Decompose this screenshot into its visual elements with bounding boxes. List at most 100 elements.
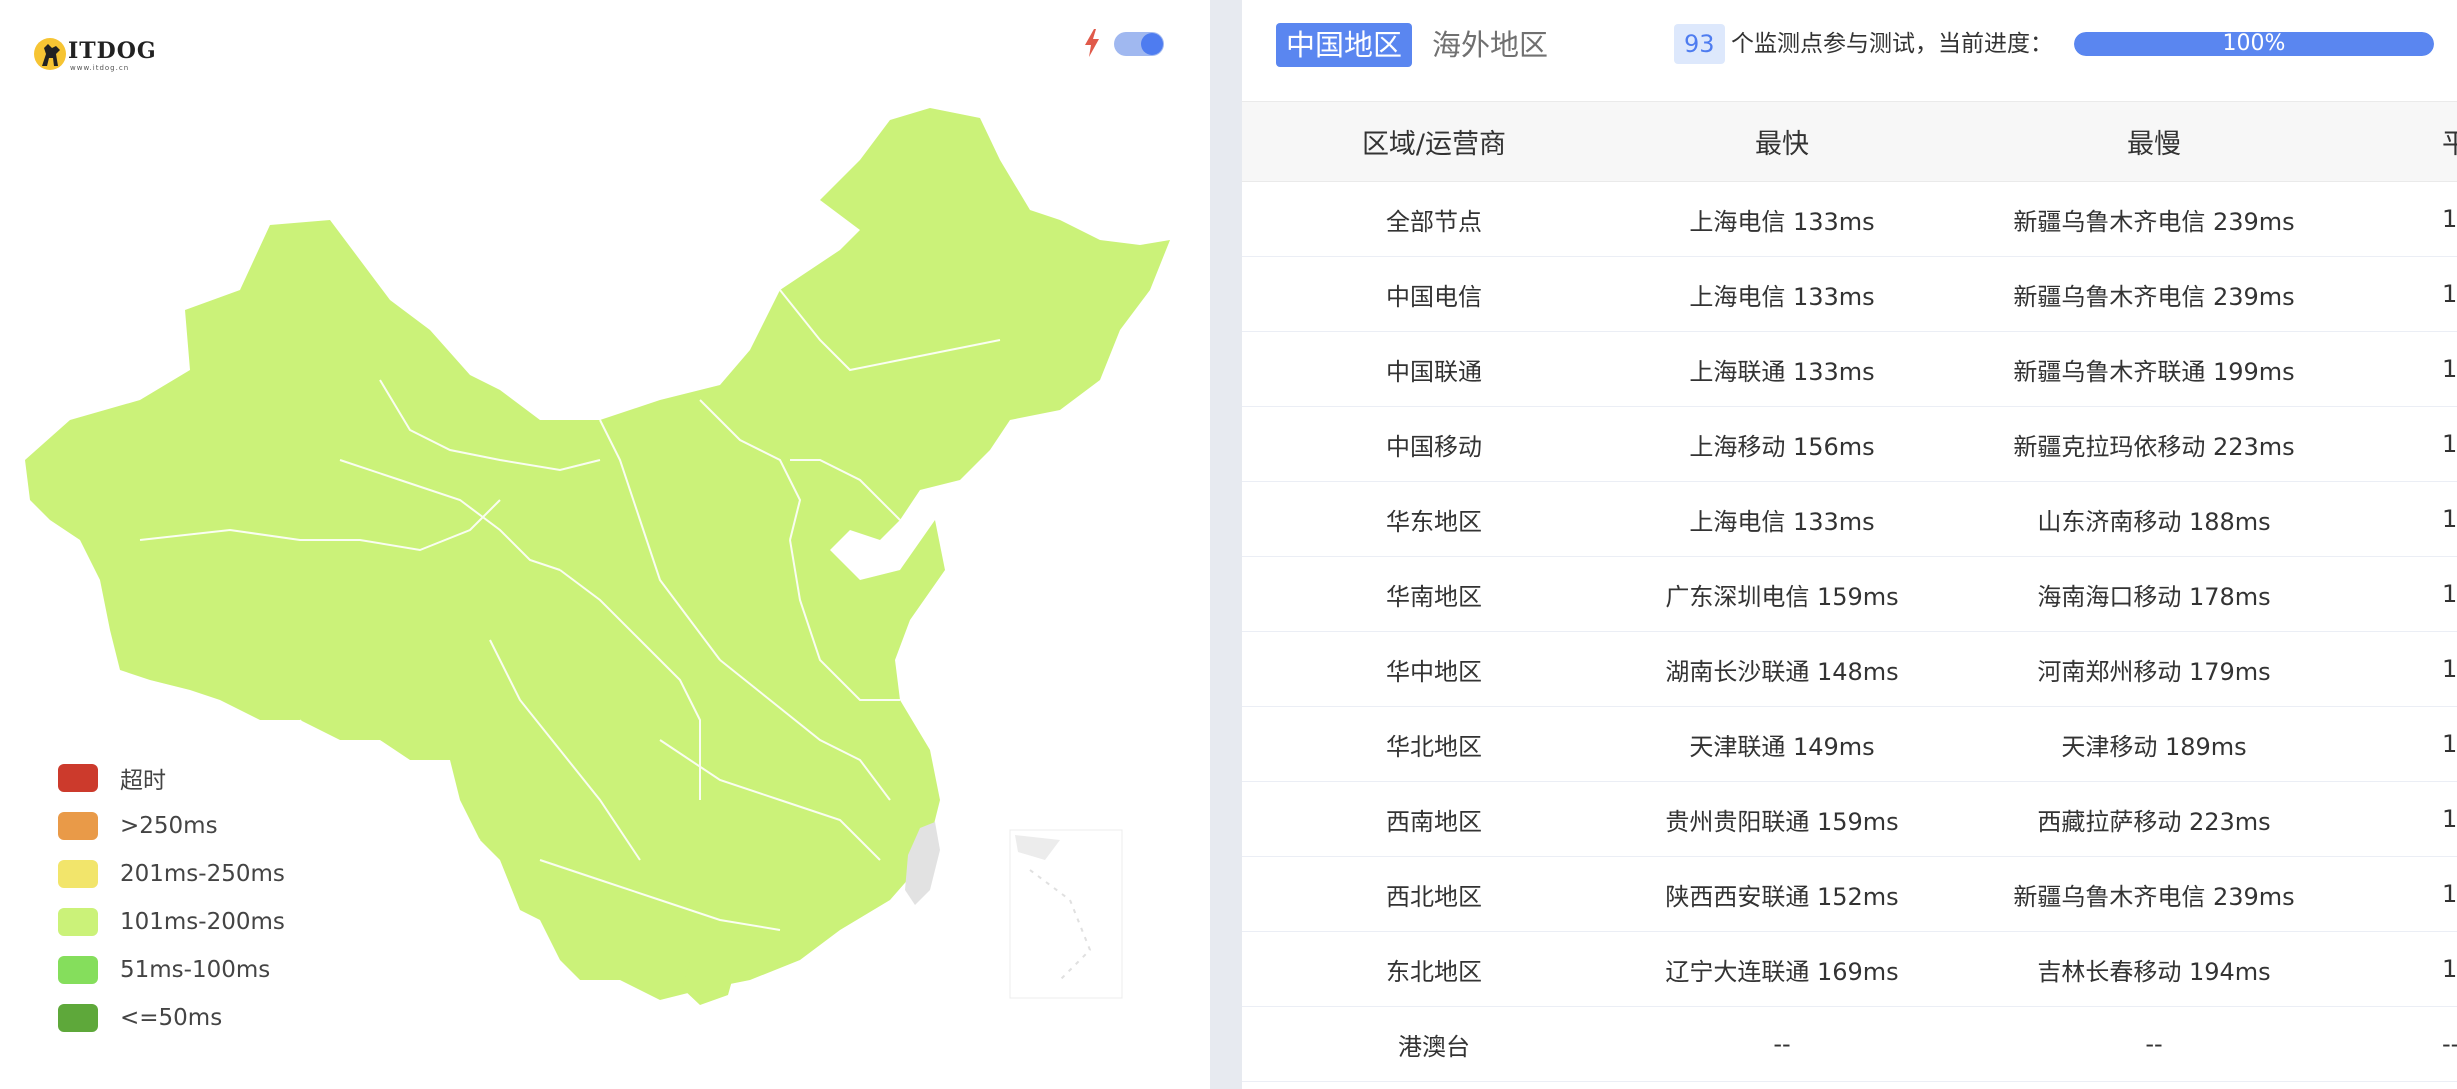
cell-fastest: -- <box>1773 1030 1791 1058</box>
cell-average: 177ms <box>2442 805 2457 833</box>
cell-slowest: -- <box>2145 1030 2163 1058</box>
cell-region: 华东地区 <box>1386 507 1482 536</box>
cell-slowest: 新疆克拉玛依移动 223ms <box>2013 432 2295 461</box>
table-row[interactable]: 中国电信 上海电信 133ms 新疆乌鲁木齐电信 239ms 173ms <box>1242 257 2457 332</box>
legend-item[interactable]: <=50ms <box>58 994 285 1042</box>
cell-fastest: 上海联通 133ms <box>1689 357 1875 386</box>
cell-slowest: 天津移动 189ms <box>2061 732 2247 761</box>
table-row[interactable]: 全部节点 上海电信 133ms 新疆乌鲁木齐电信 239ms 171ms <box>1242 182 2457 257</box>
tab-overseas[interactable]: 海外地区 <box>1422 23 1558 67</box>
legend-label: <=50ms <box>120 1005 223 1031</box>
table-row[interactable]: 华南地区 广东深圳电信 159ms 海南海口移动 178ms 167ms <box>1242 557 2457 632</box>
cell-region: 中国联通 <box>1386 357 1482 386</box>
legend-swatch <box>58 908 98 936</box>
cell-fastest: 上海电信 133ms <box>1689 282 1875 311</box>
table-row[interactable]: 东北地区 辽宁大连联通 169ms 吉林长春移动 194ms 183ms <box>1242 932 2457 1007</box>
cell-region: 港澳台 <box>1398 1032 1470 1061</box>
auto-refresh-toggle[interactable] <box>1114 32 1164 56</box>
cell-average: 170ms <box>2442 730 2457 758</box>
table-row[interactable]: 中国移动 上海移动 156ms 新疆克拉玛依移动 223ms 181ms <box>1242 407 2457 482</box>
legend-swatch <box>58 860 98 888</box>
cell-average: 183ms <box>2442 955 2457 983</box>
cell-fastest: 广东深圳电信 159ms <box>1665 582 1899 611</box>
lightning-icon[interactable] <box>1082 28 1102 58</box>
cell-average: 190ms <box>2442 880 2457 908</box>
cell-fastest: 湖南长沙联通 148ms <box>1665 657 1899 686</box>
cell-region: 中国电信 <box>1386 282 1482 311</box>
cell-slowest: 西藏拉萨移动 223ms <box>2037 807 2271 836</box>
header-average[interactable]: 平均 <box>2342 102 2457 181</box>
panel-divider <box>1210 0 1242 1089</box>
cell-region: 华中地区 <box>1386 657 1482 686</box>
table-header: 区域/运营商 最快 最慢 平均 <box>1242 101 2457 182</box>
legend-swatch <box>58 1004 98 1032</box>
cell-fastest: 上海移动 156ms <box>1689 432 1875 461</box>
cell-slowest: 新疆乌鲁木齐电信 239ms <box>2013 207 2295 236</box>
progress-fill: 100% <box>2074 32 2434 56</box>
cell-slowest: 河南郑州移动 179ms <box>2037 657 2271 686</box>
latency-legend: 超时 >250ms 201ms-250ms 101ms-200ms 51ms-100ms… <box>58 754 285 1042</box>
cell-average: 167ms <box>2442 580 2457 608</box>
legend-label: 101ms-200ms <box>120 909 285 935</box>
table-row[interactable]: 港澳台 -- -- -- <box>1242 1007 2457 1082</box>
cell-slowest: 山东济南移动 188ms <box>2037 507 2271 536</box>
progress-label: 个监测点参与测试，当前进度： <box>1731 31 2053 57</box>
monitor-count-badge: 93 <box>1674 24 1725 64</box>
tab-china[interactable]: 中国地区 <box>1276 23 1413 67</box>
logo-subtext: www.itdog.cn <box>70 64 130 72</box>
cell-region: 华北地区 <box>1386 732 1482 761</box>
cell-region: 西北地区 <box>1386 882 1482 911</box>
map-panel: ITDOG www.itdog.cn 超时 >250ms 201ms-250ms… <box>0 0 1210 1089</box>
legend-item[interactable]: 超时 <box>58 754 285 802</box>
cell-average: 158ms <box>2442 355 2457 383</box>
cell-fastest: 上海电信 133ms <box>1689 207 1875 236</box>
cell-region: 东北地区 <box>1386 957 1482 986</box>
south-china-sea-inset <box>1009 829 1123 999</box>
legend-label: 超时 <box>120 768 166 794</box>
cell-slowest: 新疆乌鲁木齐电信 239ms <box>2013 282 2295 311</box>
progress-bar: 100% <box>2074 32 2434 56</box>
results-toolbar: 中国地区 海外地区 93 个监测点参与测试，当前进度： 100% <box>1242 0 2457 100</box>
table-row[interactable]: 华中地区 湖南长沙联通 148ms 河南郑州移动 179ms 162ms <box>1242 632 2457 707</box>
cell-fastest: 上海电信 133ms <box>1689 507 1875 536</box>
legend-swatch <box>58 956 98 984</box>
legend-label: >250ms <box>120 813 218 839</box>
cell-region: 西南地区 <box>1386 807 1482 836</box>
legend-item[interactable]: 51ms-100ms <box>58 946 285 994</box>
itdog-logo[interactable]: ITDOG www.itdog.cn <box>30 34 170 74</box>
legend-item[interactable]: 101ms-200ms <box>58 898 285 946</box>
legend-swatch <box>58 764 98 792</box>
legend-label: 201ms-250ms <box>120 861 285 887</box>
cell-fastest: 天津联通 149ms <box>1689 732 1875 761</box>
legend-label: 51ms-100ms <box>120 957 271 983</box>
cell-region: 华南地区 <box>1386 582 1482 611</box>
cell-average: 153ms <box>2442 505 2457 533</box>
cell-average: -- <box>2442 1030 2457 1058</box>
toggle-knob <box>1141 33 1163 55</box>
cell-region: 全部节点 <box>1386 207 1482 236</box>
header-fastest[interactable]: 最快 <box>1612 102 1952 181</box>
table-row[interactable]: 西北地区 陕西西安联通 152ms 新疆乌鲁木齐电信 239ms 190ms <box>1242 857 2457 932</box>
cell-average: 181ms <box>2442 430 2457 458</box>
header-slowest[interactable]: 最慢 <box>1964 102 2344 181</box>
cell-fastest: 陕西西安联通 152ms <box>1665 882 1899 911</box>
cell-fastest: 贵州贵阳联通 159ms <box>1665 807 1899 836</box>
cell-slowest: 吉林长春移动 194ms <box>2037 957 2271 986</box>
table-body: 全部节点上海电信 133ms新疆乌鲁木齐电信 239ms171ms中国电信上海电… <box>1242 182 2457 1082</box>
table-row[interactable]: 西南地区 贵州贵阳联通 159ms 西藏拉萨移动 223ms 177ms <box>1242 782 2457 857</box>
cell-average: 171ms <box>2442 205 2457 233</box>
cell-region: 中国移动 <box>1386 432 1482 461</box>
cell-slowest: 新疆乌鲁木齐联通 199ms <box>2013 357 2295 386</box>
legend-item[interactable]: 201ms-250ms <box>58 850 285 898</box>
cell-fastest: 辽宁大连联通 169ms <box>1665 957 1899 986</box>
cell-slowest: 海南海口移动 178ms <box>2037 582 2271 611</box>
table-row[interactable]: 中国联通 上海联通 133ms 新疆乌鲁木齐联通 199ms 158ms <box>1242 332 2457 407</box>
header-region[interactable]: 区域/运营商 <box>1294 102 1574 181</box>
table-row[interactable]: 华东地区 上海电信 133ms 山东济南移动 188ms 153ms <box>1242 482 2457 557</box>
table-row[interactable]: 华北地区 天津联通 149ms 天津移动 189ms 170ms <box>1242 707 2457 782</box>
legend-swatch <box>58 812 98 840</box>
cell-slowest: 新疆乌鲁木齐电信 239ms <box>2013 882 2295 911</box>
cell-average: 173ms <box>2442 280 2457 308</box>
results-panel: 中国地区 海外地区 93 个监测点参与测试，当前进度： 100% 区域/运营商 … <box>1242 0 2457 1089</box>
legend-item[interactable]: >250ms <box>58 802 285 850</box>
